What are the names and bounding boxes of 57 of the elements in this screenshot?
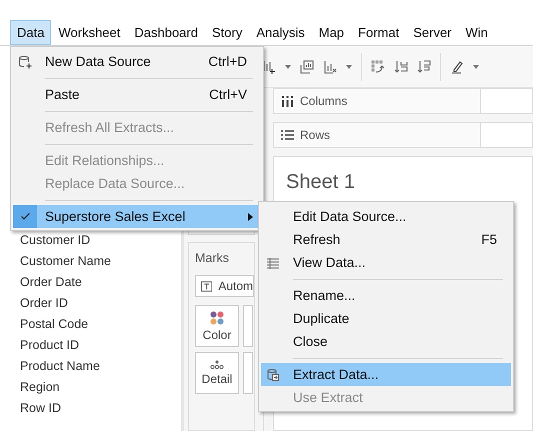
menu-bar-item[interactable]: Data bbox=[10, 20, 52, 45]
submenu-arrow-icon bbox=[248, 212, 253, 220]
mark-property-button[interactable]: Color bbox=[195, 305, 239, 347]
shelf[interactable]: Rows bbox=[273, 122, 533, 148]
shelf-label: Columns bbox=[274, 89, 481, 113]
shelf-label: Rows bbox=[274, 123, 481, 147]
menu-item[interactable]: New Data Source Ctrl+D bbox=[13, 50, 261, 73]
shelf[interactable]: Columns bbox=[273, 88, 533, 114]
detail-dots-icon bbox=[210, 360, 224, 369]
sort-descending-icon bbox=[417, 60, 431, 74]
rows-icon bbox=[281, 130, 294, 140]
field-item[interactable]: Customer Name bbox=[20, 250, 181, 271]
caret-icon bbox=[473, 64, 479, 68]
highlighter-icon bbox=[450, 60, 464, 74]
menu-bar-item[interactable]: Format bbox=[351, 20, 406, 45]
field-item[interactable]: Order ID bbox=[20, 292, 181, 313]
text-icon bbox=[201, 280, 212, 292]
sheet-title: Sheet 1 bbox=[286, 171, 356, 194]
marks-title: Marks bbox=[195, 251, 230, 267]
menu-item[interactable]: Duplicate bbox=[261, 307, 511, 330]
menu-item[interactable]: Edit Data Source... bbox=[261, 205, 511, 228]
field-item[interactable]: Product Name bbox=[20, 355, 181, 376]
field-item[interactable]: Order Date bbox=[20, 271, 181, 292]
menu-bar-item[interactable]: Map bbox=[312, 20, 352, 45]
field-item[interactable]: Postal Code bbox=[20, 313, 181, 334]
color-dots-icon bbox=[210, 310, 224, 324]
field-item[interactable]: Product ID bbox=[20, 334, 181, 355]
clear-chart-icon bbox=[323, 60, 337, 74]
sort-ascending-icon bbox=[394, 60, 408, 74]
swap-icon bbox=[371, 60, 385, 74]
mark-type-dropdown[interactable]: Autom bbox=[195, 275, 254, 297]
menu-item[interactable]: Superstore Sales Excel bbox=[13, 205, 261, 228]
database-icon bbox=[266, 368, 280, 382]
check-icon bbox=[20, 211, 30, 222]
menu-item[interactable]: Close bbox=[261, 330, 511, 353]
database-plus-icon bbox=[18, 54, 32, 68]
chart-icon bbox=[300, 60, 314, 74]
menu-item[interactable]: Refresh F5 bbox=[261, 228, 511, 251]
field-item[interactable]: Region bbox=[20, 376, 181, 397]
menu-bar-item[interactable]: Win bbox=[458, 20, 495, 45]
caret-icon bbox=[285, 64, 291, 68]
add-chart-icon bbox=[262, 60, 276, 74]
menu-bar-item[interactable]: Server bbox=[406, 20, 459, 45]
menu-item[interactable]: View Data... bbox=[261, 251, 511, 274]
menu-item[interactable]: Rename... bbox=[261, 284, 511, 307]
field-item[interactable]: Row ID bbox=[20, 397, 181, 418]
grid-icon bbox=[266, 256, 280, 270]
field-item[interactable]: Customer ID bbox=[20, 229, 181, 250]
menu-bar-item[interactable]: Story bbox=[204, 20, 250, 45]
mark-property-button[interactable]: Detail bbox=[195, 352, 239, 394]
menu-bar-item[interactable]: Analysis bbox=[249, 20, 312, 45]
menu-bar-item[interactable]: Dashboard bbox=[127, 20, 205, 45]
caret-icon bbox=[346, 64, 352, 68]
menu-bar-item[interactable]: Worksheet bbox=[51, 20, 128, 45]
columns-icon bbox=[281, 96, 294, 106]
menu-item[interactable]: Extract Data... bbox=[261, 363, 511, 386]
menu-item[interactable]: Paste Ctrl+V bbox=[13, 83, 261, 106]
